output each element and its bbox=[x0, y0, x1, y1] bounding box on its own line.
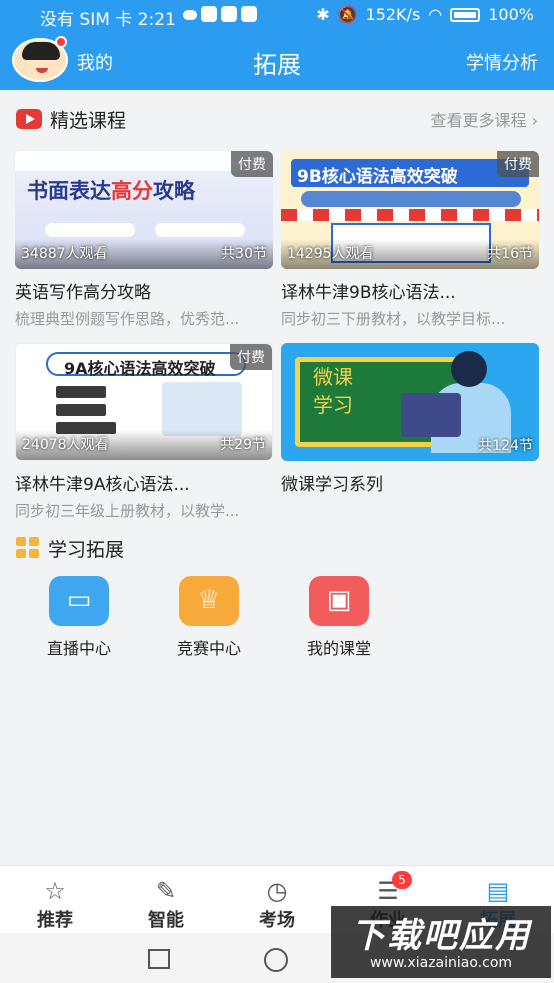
my-classroom-button[interactable]: ▣ 我的课堂 bbox=[294, 576, 384, 659]
learning-analysis-link[interactable]: 学情分析 bbox=[466, 49, 538, 75]
contest-center-button[interactable]: ♕ 竞赛中心 bbox=[164, 576, 254, 659]
extension-icon: ▤ bbox=[486, 877, 510, 905]
trophy-icon: ♕ bbox=[179, 576, 239, 626]
gallery-notification-icon bbox=[221, 6, 237, 22]
network-speed: 152K/s bbox=[365, 5, 421, 24]
recent-apps-button[interactable] bbox=[148, 949, 170, 969]
course-description: 同步初三下册教材，以教学目标... bbox=[281, 310, 506, 328]
course-card[interactable]: 9B核心语法高效突破 付费 14295人观看 共16节 译林牛津9B核心语法..… bbox=[281, 151, 539, 329]
extension-section-header: 学习拓展 bbox=[16, 533, 124, 563]
thumbnail-headline: 微课 学习 bbox=[313, 365, 353, 417]
course-title: 英语写作高分攻略 bbox=[15, 283, 151, 303]
notification-icons bbox=[183, 6, 257, 22]
document-icon: ☰ 5 bbox=[353, 871, 423, 906]
paid-badge: 付费 bbox=[497, 151, 539, 177]
wifi-icon: ◠ bbox=[428, 5, 443, 24]
course-card[interactable]: 书面表达高分攻略 付费 34887人观看 共30节 英语写作高分攻略 梳理典型例… bbox=[15, 151, 273, 329]
status-right: ✱ 🔕 152K/s ◠ 100% bbox=[316, 5, 534, 24]
course-title: 译林牛津9B核心语法... bbox=[281, 283, 456, 303]
mail-notification-icon bbox=[241, 6, 257, 22]
tab-exam[interactable]: ◷ 考场 bbox=[242, 876, 312, 932]
paid-badge: 付费 bbox=[231, 151, 273, 177]
course-card[interactable]: 9A核心语法高效突破 付费 24078人观看 共29节 译林牛津9A核心语法..… bbox=[15, 343, 273, 521]
course-title: 译林牛津9A核心语法... bbox=[15, 475, 190, 495]
course-thumbnail[interactable]: 书面表达高分攻略 付费 34887人观看 共30节 bbox=[15, 151, 273, 269]
play-icon bbox=[16, 109, 42, 129]
view-count: 14295人观看 bbox=[287, 246, 374, 262]
video-camera-icon: ▭ bbox=[49, 576, 109, 626]
lesson-count: 共16节 bbox=[487, 246, 533, 262]
contest-center-label: 竞赛中心 bbox=[176, 639, 241, 658]
classroom-icon: ▣ bbox=[309, 576, 369, 626]
battery-level: 100% bbox=[488, 5, 534, 24]
course-thumbnail[interactable]: 微课 学习 共124节 bbox=[281, 343, 539, 461]
thumbnail-headline: 书面表达高分攻略 bbox=[27, 179, 195, 203]
clock-icon: ◷ bbox=[266, 877, 288, 905]
status-bar: 没有 SIM 卡 2:21 ✱ 🔕 152K/s ◠ 100% bbox=[0, 0, 554, 30]
thumbnail-headline: 9A核心语法高效突破 bbox=[64, 359, 216, 378]
paid-badge: 付费 bbox=[230, 344, 272, 370]
course-thumbnail[interactable]: 9A核心语法高效突破 付费 24078人观看 共29节 bbox=[15, 343, 273, 461]
live-center-label: 直播中心 bbox=[46, 639, 111, 658]
bluetooth-icon: ✱ bbox=[316, 5, 330, 24]
extension-title: 学习拓展 bbox=[48, 538, 125, 561]
course-description: 同步初三年级上册教材，以教学... bbox=[15, 502, 240, 520]
course-description: 梳理典型例题写作思路，优秀范... bbox=[15, 310, 240, 328]
tab-recommend[interactable]: ☆ 推荐 bbox=[20, 876, 90, 932]
live-center-button[interactable]: ▭ 直播中心 bbox=[34, 576, 124, 659]
cloud-icon bbox=[183, 10, 197, 20]
course-card[interactable]: 微课 学习 共124节 微课学习系列 bbox=[281, 343, 539, 495]
featured-section-header: 精选课程 bbox=[16, 104, 126, 134]
course-title: 微课学习系列 bbox=[281, 475, 383, 495]
star-icon: ☆ bbox=[44, 877, 66, 905]
watermark: 下载吧应用 www.xiazainiao.com bbox=[331, 906, 551, 978]
lesson-count: 共29节 bbox=[220, 437, 266, 453]
my-classroom-label: 我的课堂 bbox=[306, 639, 371, 658]
view-count: 24078人观看 bbox=[22, 437, 109, 453]
homework-badge: 5 bbox=[392, 871, 412, 889]
lesson-count: 共30节 bbox=[221, 246, 267, 262]
view-count: 34887人观看 bbox=[21, 246, 108, 262]
tab-smart[interactable]: ✎ 智能 bbox=[131, 876, 201, 932]
home-button[interactable] bbox=[264, 948, 288, 972]
laptop-icon bbox=[401, 393, 461, 437]
battery-icon bbox=[450, 7, 481, 22]
thumbnail-headline: 9B核心语法高效突破 bbox=[297, 167, 458, 187]
mute-icon: 🔕 bbox=[337, 5, 358, 24]
grid-icon bbox=[16, 537, 40, 559]
more-courses-link[interactable]: 查看更多课程 › bbox=[431, 107, 539, 131]
carrier-time: 没有 SIM 卡 2:21 bbox=[40, 10, 176, 30]
lesson-count: 共124节 bbox=[478, 438, 533, 454]
course-thumbnail[interactable]: 9B核心语法高效突破 付费 14295人观看 共16节 bbox=[281, 151, 539, 269]
app-notification-icon bbox=[201, 6, 217, 22]
app-header: 没有 SIM 卡 2:21 ✱ 🔕 152K/s ◠ 100% 我的 拓展 学情… bbox=[0, 0, 554, 90]
featured-title: 精选课程 bbox=[50, 109, 127, 132]
pen-icon: ✎ bbox=[155, 877, 177, 905]
